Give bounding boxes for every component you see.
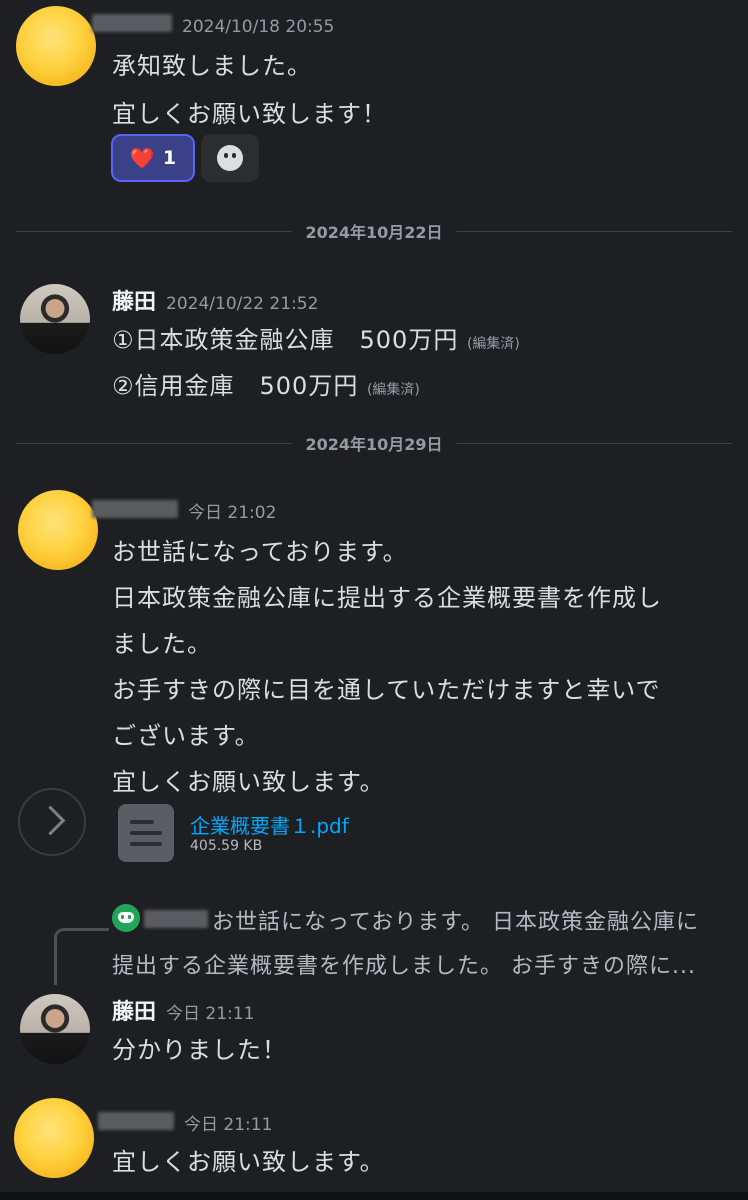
edited-label: (編集済) (366, 382, 420, 398)
discord-icon (112, 904, 140, 932)
avatar[interactable] (16, 6, 96, 86)
message-text: ②信用金庫 500万円 (編集済) (112, 366, 420, 401)
reply-author-redacted[interactable] (144, 910, 208, 928)
timestamp: 今日 21:11 (166, 1004, 255, 1024)
timestamp: 2024/10/18 20:55 (182, 17, 335, 37)
author-name-redacted[interactable] (92, 14, 172, 32)
avatar[interactable] (14, 1098, 94, 1178)
message-text: ①日本政策金融公庫 500万円 (編集済) (112, 320, 520, 355)
heart-icon: ❤️ (129, 146, 155, 170)
message-text: ございます。 (112, 722, 260, 750)
date-divider-label: 2024年10月22日 (291, 218, 457, 243)
message-text: お世話になっております。 (112, 538, 408, 566)
file-icon[interactable] (118, 804, 174, 862)
avatar[interactable] (20, 284, 90, 354)
message-text: 承知致しました。 (112, 52, 312, 80)
message-text: お手すきの際に目を通していただけますと幸いで (112, 676, 661, 704)
reaction-heart[interactable]: ❤️ 1 (111, 134, 195, 182)
author-name[interactable]: 藤田 (112, 284, 156, 316)
chevron-right-icon[interactable] (18, 788, 86, 856)
reply-connector (54, 928, 109, 985)
message-header: 藤田 2024/10/22 21:52 (112, 284, 318, 316)
message-text: ました。 (112, 630, 212, 658)
message-text: 宜しくお願い致します。 (112, 768, 385, 796)
message-header: 藤田 今日 21:11 (112, 994, 254, 1026)
timestamp: 今日 21:11 (184, 1115, 273, 1135)
message-line: ①日本政策金融公庫 500万円 (112, 326, 459, 354)
date-divider: 2024年10月29日 (16, 430, 732, 455)
date-divider-label: 2024年10月29日 (291, 430, 457, 455)
reply-preview[interactable]: お世話になっております。 日本政策金融公庫に (212, 904, 699, 936)
add-reaction-button[interactable] (201, 134, 259, 182)
avatar[interactable] (20, 994, 90, 1064)
edited-label: (編集済) (466, 336, 520, 352)
message-text: 宜しくお願い致します。 (112, 1148, 385, 1176)
date-divider: 2024年10月22日 (16, 218, 732, 243)
message-header: 今日 21:11 (98, 1110, 272, 1135)
reply-preview[interactable]: 提出する企業概要書を作成しました。 お手すきの際に... (112, 948, 696, 980)
author-name[interactable]: 藤田 (112, 994, 156, 1026)
message-text: 日本政策金融公庫に提出する企業概要書を作成し (112, 584, 662, 612)
message-text: 宜しくお願い致します！ (112, 100, 387, 128)
author-name-redacted[interactable] (92, 500, 178, 518)
timestamp: 今日 21:02 (188, 503, 277, 523)
avatar[interactable] (18, 490, 98, 570)
message-line: ②信用金庫 500万円 (112, 372, 359, 400)
attachment-link[interactable]: 企業概要書１.pdf (190, 810, 349, 839)
bottom-bar (0, 1192, 748, 1200)
message-header: 2024/10/18 20:55 (92, 14, 334, 37)
timestamp: 2024/10/22 21:52 (166, 294, 319, 314)
reaction-count: 1 (162, 147, 177, 169)
attachment-size: 405.59 KB (190, 838, 263, 854)
author-name-redacted[interactable] (98, 1112, 174, 1130)
message-header: 今日 21:02 (92, 498, 276, 523)
message-text: 分かりました！ (112, 1036, 287, 1064)
add-reaction-icon (217, 145, 243, 171)
